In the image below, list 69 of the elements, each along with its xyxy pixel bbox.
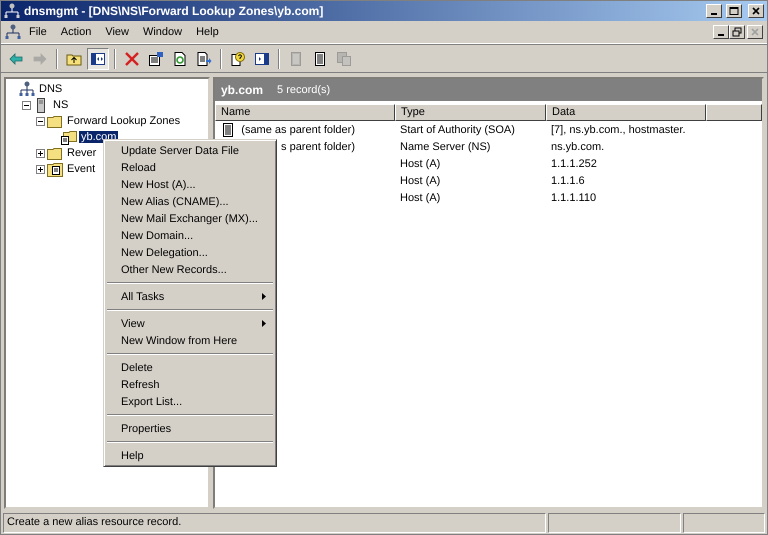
table-cell-text: 1.1.1.110 — [550, 192, 598, 204]
window-title: dnsmgmt - [DNS\NS\Forward Lookup Zones\yb.com] — [24, 4, 324, 18]
close-icon — [751, 6, 761, 16]
close-icon — [750, 27, 760, 37]
table-cell-text: s parent folder) — [280, 140, 355, 152]
tree-item[interactable]: Rever — [65, 147, 98, 159]
menu-item[interactable]: Update Server Data File — [106, 142, 274, 159]
zone-folder-icon — [61, 129, 77, 145]
menu-item[interactable]: New Window from Here — [106, 332, 274, 349]
tree-item[interactable]: Event — [65, 163, 98, 175]
menu-item[interactable]: File — [23, 24, 53, 40]
menu-item[interactable]: Other New Records... — [106, 261, 274, 278]
menu-item[interactable]: New Host (A)... — [106, 176, 274, 193]
network-icon[interactable] — [5, 24, 21, 40]
folder-icon — [47, 113, 63, 129]
menu-item[interactable]: Delete — [106, 359, 274, 376]
close-button[interactable] — [747, 25, 763, 39]
column-header[interactable]: Data — [546, 104, 706, 121]
column-header[interactable]: Name — [215, 104, 395, 121]
table-cell-text: 1.1.1.6 — [550, 174, 586, 186]
status-text: Create a new alias resource record. — [3, 513, 546, 533]
collapse-icon[interactable] — [22, 100, 31, 110]
pane-title: yb.com — [221, 83, 264, 97]
table-cell-text: Host (A) — [399, 158, 442, 170]
menu-item[interactable]: Properties — [106, 420, 274, 437]
maximize-icon — [729, 6, 739, 16]
maximize-button[interactable] — [726, 4, 742, 18]
restore-icon — [732, 27, 742, 37]
tree-item[interactable]: NS — [51, 99, 70, 111]
table-cell-text: [7], ns.yb.com., hostmaster. — [550, 124, 686, 136]
tree-pane-icon[interactable] — [87, 48, 109, 70]
collapse-icon[interactable] — [36, 116, 45, 126]
table-cell-text: Start of Authority (SOA) — [399, 124, 516, 136]
menu-item[interactable]: Help — [190, 24, 225, 40]
table-cell-text: 1.1.1.252 — [550, 158, 598, 170]
menu-item[interactable]: Export List... — [106, 393, 274, 410]
minimize-icon — [711, 13, 717, 15]
folder-icon — [47, 145, 63, 161]
expand-icon[interactable] — [36, 148, 45, 158]
column-header[interactable]: Type — [395, 104, 546, 121]
menu-item[interactable]: New Alias (CNAME)... — [106, 193, 274, 210]
minimize-icon — [718, 34, 724, 36]
app-icon — [4, 3, 20, 19]
expand-icon[interactable] — [36, 164, 45, 174]
menu-item[interactable]: Window — [136, 24, 188, 40]
menu-item[interactable]: Refresh — [106, 376, 274, 393]
menu-item[interactable]: New Domain... — [106, 227, 274, 244]
network-icon — [19, 81, 35, 97]
table-cell-text: (same as parent folder) — [240, 124, 355, 136]
menu-item[interactable]: New Mail Exchanger (MX)... — [106, 210, 274, 227]
menu-item[interactable]: All Tasks — [106, 288, 274, 305]
record-count: 5 record(s) — [277, 84, 330, 96]
menu-item[interactable]: View — [99, 24, 135, 40]
table-cell-text: Host (A) — [399, 192, 442, 204]
menu-item[interactable]: View — [106, 315, 274, 332]
menu-item[interactable]: Help — [106, 447, 274, 464]
table-cell-text: ns.yb.com. — [550, 140, 606, 152]
tree-item[interactable]: Forward Lookup Zones — [65, 115, 182, 127]
menu-item[interactable]: Action — [54, 24, 98, 40]
restore-button[interactable] — [729, 25, 745, 39]
minimize-button[interactable] — [713, 25, 729, 39]
table-cell-text: Name Server (NS) — [399, 140, 492, 152]
table-cell-text: Host (A) — [399, 174, 442, 186]
close-button[interactable] — [748, 4, 764, 18]
menu-item[interactable]: New Delegation... — [106, 244, 274, 261]
event-log-icon — [47, 161, 63, 177]
minimize-button[interactable] — [706, 4, 722, 18]
menu-item[interactable]: Reload — [106, 159, 274, 176]
tree-item[interactable]: DNS — [37, 83, 64, 95]
